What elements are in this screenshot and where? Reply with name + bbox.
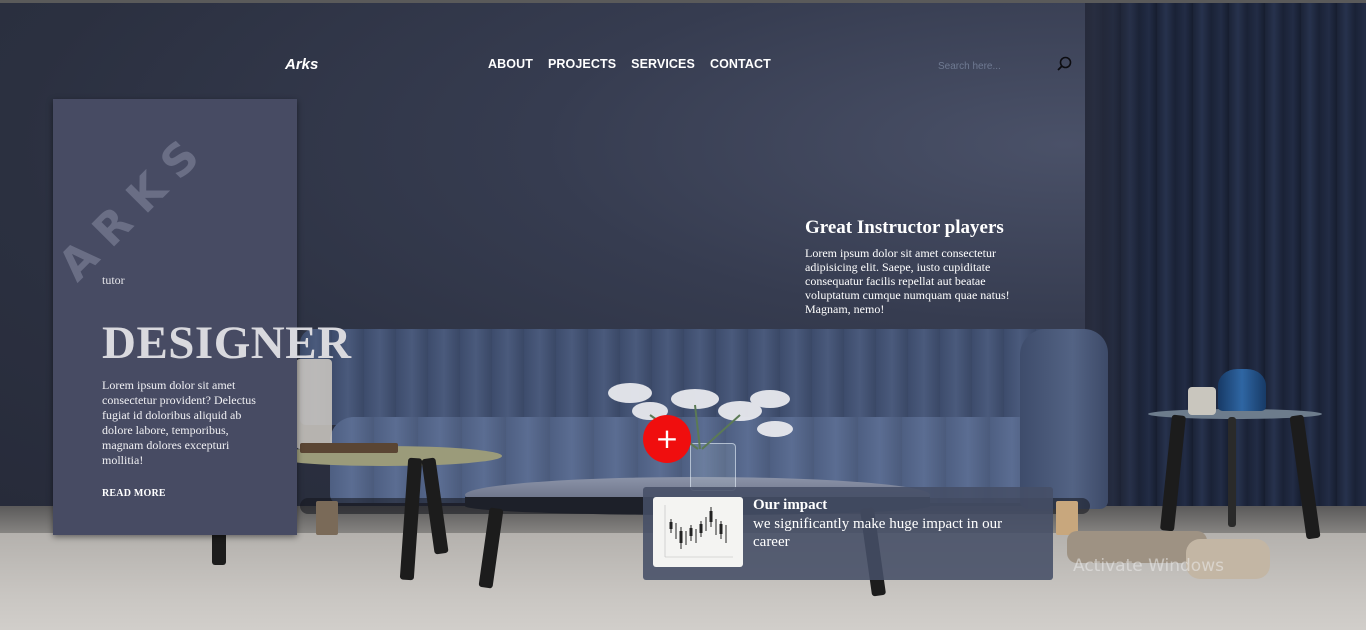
jar-decoration [1188, 387, 1216, 415]
nav-link-contact[interactable]: CONTACT [710, 57, 771, 71]
table-leg [1228, 417, 1236, 527]
hero-title: DESIGNER [102, 317, 352, 369]
lamp-decoration [296, 359, 332, 449]
blue-vase-decoration [1218, 369, 1266, 411]
info-heading: Great Instructor players [805, 217, 1004, 238]
brand-logo[interactable]: Arks [285, 56, 318, 73]
nav-link-about[interactable]: ABOUT [488, 57, 533, 71]
search-icon [1057, 56, 1072, 71]
plus-icon: + [655, 422, 679, 455]
book-decoration [300, 443, 398, 453]
sofa-leg [316, 501, 338, 535]
nav-link-projects[interactable]: PROJECTS [548, 57, 616, 71]
candlestick-chart-image [664, 505, 733, 558]
search-input[interactable] [938, 58, 1048, 75]
sofa-leg [1056, 501, 1078, 535]
sofa-arm-decoration [1020, 329, 1108, 509]
impact-description: we significantly make huge impact in our… [753, 516, 1003, 550]
hero-description: Lorem ipsum dolor sit amet consectetur p… [102, 378, 256, 467]
info-description: Lorem ipsum dolor sit amet consectetur a… [805, 246, 1010, 316]
search-box [938, 56, 1058, 75]
impact-chart-thumbnail [653, 497, 743, 567]
os-activation-watermark: Activate Windows [1073, 556, 1224, 576]
main-nav: ABOUT PROJECTS SERVICES CONTACT [488, 57, 771, 71]
impact-title: Our impact [753, 497, 828, 513]
card-kicker: tutor [102, 273, 125, 287]
impact-card[interactable]: Our impact we significantly make huge im… [643, 487, 1053, 580]
search-button[interactable] [1055, 55, 1073, 73]
plus-button[interactable]: + [643, 415, 691, 463]
nav-link-services[interactable]: SERVICES [631, 57, 695, 71]
flowers-decoration [608, 383, 793, 450]
read-more-link[interactable]: READ MORE [102, 488, 166, 499]
